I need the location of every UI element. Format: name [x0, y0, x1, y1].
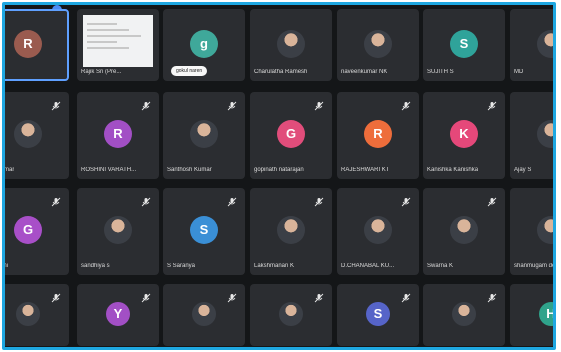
- avatar-photo: [16, 301, 40, 326]
- mic-off-icon: [51, 98, 61, 111]
- avatar-photo: [104, 215, 132, 244]
- participant-name: S Saranya: [167, 263, 196, 269]
- participant-tile[interactable]: Santhosh Kumar: [163, 92, 245, 179]
- avatar: g: [190, 29, 218, 58]
- participant-name: sandhiya s: [81, 263, 110, 269]
- participant-name: Lakshmanan K: [254, 263, 295, 269]
- avatar: R: [104, 119, 132, 148]
- mic-off-icon: [314, 194, 324, 207]
- avatar: S: [450, 29, 478, 58]
- participant-name: Swarna K: [427, 263, 454, 269]
- participant-tile[interactable]: enkumar: [2, 92, 69, 179]
- participant-tile[interactable]: MD: [510, 9, 553, 81]
- participant-name: Charulatha Ramesh: [254, 69, 308, 75]
- participant-tile[interactable]: S S Saranya: [163, 188, 245, 275]
- participant-name: MD: [514, 69, 524, 75]
- participant-tile[interactable]: Swarna K: [423, 188, 505, 275]
- mic-off-icon: [401, 98, 411, 111]
- avatar: S: [366, 301, 390, 326]
- mic-off-icon: [227, 290, 237, 303]
- avatar-photo: [537, 215, 553, 244]
- mic-off-icon: [487, 290, 497, 303]
- avatar: S: [190, 215, 218, 244]
- participant-tile[interactable]: H: [510, 284, 553, 346]
- avatar: G: [14, 215, 42, 244]
- avatar: Y: [106, 301, 130, 326]
- participant-name: Santhosh Kumar: [167, 167, 212, 173]
- participant-name: SUJITH S: [427, 69, 454, 75]
- participant-name: Rajik Sri (Pre...: [81, 69, 122, 75]
- participant-tile[interactable]: Gswathi: [2, 188, 69, 275]
- participant-name: naveenkumar NK: [341, 69, 388, 75]
- participant-tile[interactable]: S SUJITH S: [423, 9, 505, 81]
- participant-tile[interactable]: Ggopinath natarajan: [250, 92, 332, 179]
- participant-name: swathi: [2, 263, 9, 269]
- participant-tile[interactable]: R RAJESHWARI KT: [337, 92, 419, 179]
- participant-name: ROSHINI VARATH...: [81, 167, 137, 173]
- participant-name: shanmugam dee...: [514, 263, 556, 269]
- participant-tile[interactable]: [163, 284, 245, 346]
- participant-tile[interactable]: naveenkumar NK: [337, 9, 419, 81]
- participant-name: Ajay S: [514, 167, 532, 173]
- screen-share-preview: [83, 15, 153, 67]
- mic-off-icon: [314, 98, 324, 111]
- mic-off-icon: [227, 194, 237, 207]
- mic-off-icon: [51, 290, 61, 303]
- participant-tile[interactable]: [5, 284, 69, 346]
- mic-off-icon: [401, 194, 411, 207]
- participant-tile[interactable]: S: [337, 284, 419, 346]
- avatar-photo: [277, 215, 305, 244]
- mic-off-icon: [314, 290, 324, 303]
- mic-off-icon: [141, 194, 151, 207]
- mic-off-icon: [141, 98, 151, 111]
- participant-name: enkumar: [2, 167, 15, 173]
- participant-tile[interactable]: Ajay S: [510, 92, 553, 179]
- participant-tile[interactable]: Lakshmanan K: [250, 188, 332, 275]
- avatar-photo: [192, 301, 216, 326]
- participant-tile[interactable]: [423, 284, 505, 346]
- avatar-photo: [277, 29, 305, 58]
- avatar-photo: [279, 301, 303, 326]
- mic-off-icon: [141, 290, 151, 303]
- participant-tile[interactable]: Y: [77, 284, 159, 346]
- participant-name: Kanishka Kanishka: [427, 167, 479, 173]
- mic-off-icon: [401, 290, 411, 303]
- participant-name: D.CHANABAL KU...: [341, 263, 395, 269]
- participant-name-pill: gokul naren: [171, 66, 208, 76]
- participant-tile[interactable]: shanmugam dee...: [510, 188, 556, 275]
- meeting-grid: RSri Rajik Sri (Pre... g gokul naren Charula…: [2, 2, 556, 350]
- avatar: H: [539, 301, 553, 326]
- mic-off-icon: [51, 194, 61, 207]
- avatar: K: [450, 119, 478, 148]
- avatar-photo: [364, 29, 392, 58]
- participant-tile[interactable]: K Kanishka Kanishka: [423, 92, 505, 179]
- avatar-photo: [452, 301, 476, 326]
- mic-off-icon: [487, 194, 497, 207]
- avatar: R: [14, 29, 42, 58]
- avatar: G: [277, 119, 305, 148]
- avatar-photo: [537, 119, 553, 148]
- avatar-photo: [537, 29, 553, 58]
- participant-name: gopinath natarajan: [254, 167, 304, 173]
- participant-tile[interactable]: Rajik Sri (Pre...: [77, 9, 159, 81]
- avatar-photo: [190, 119, 218, 148]
- participant-tile[interactable]: D.CHANABAL KU...: [337, 188, 419, 275]
- avatar: R: [364, 119, 392, 148]
- avatar-photo: [14, 119, 42, 148]
- participant-tile[interactable]: R ROSHINI VARATH...: [77, 92, 159, 179]
- participant-tile[interactable]: RSri: [5, 9, 69, 81]
- participant-name: RAJESHWARI KT: [341, 167, 390, 173]
- participant-tile[interactable]: sandhiya s: [77, 188, 159, 275]
- avatar-photo: [364, 215, 392, 244]
- participant-tile[interactable]: g gokul naren: [163, 9, 245, 81]
- participant-tile[interactable]: Charulatha Ramesh: [250, 9, 332, 81]
- mic-off-icon: [227, 98, 237, 111]
- participant-tile[interactable]: [250, 284, 332, 346]
- mic-off-icon: [487, 98, 497, 111]
- avatar-photo: [450, 215, 478, 244]
